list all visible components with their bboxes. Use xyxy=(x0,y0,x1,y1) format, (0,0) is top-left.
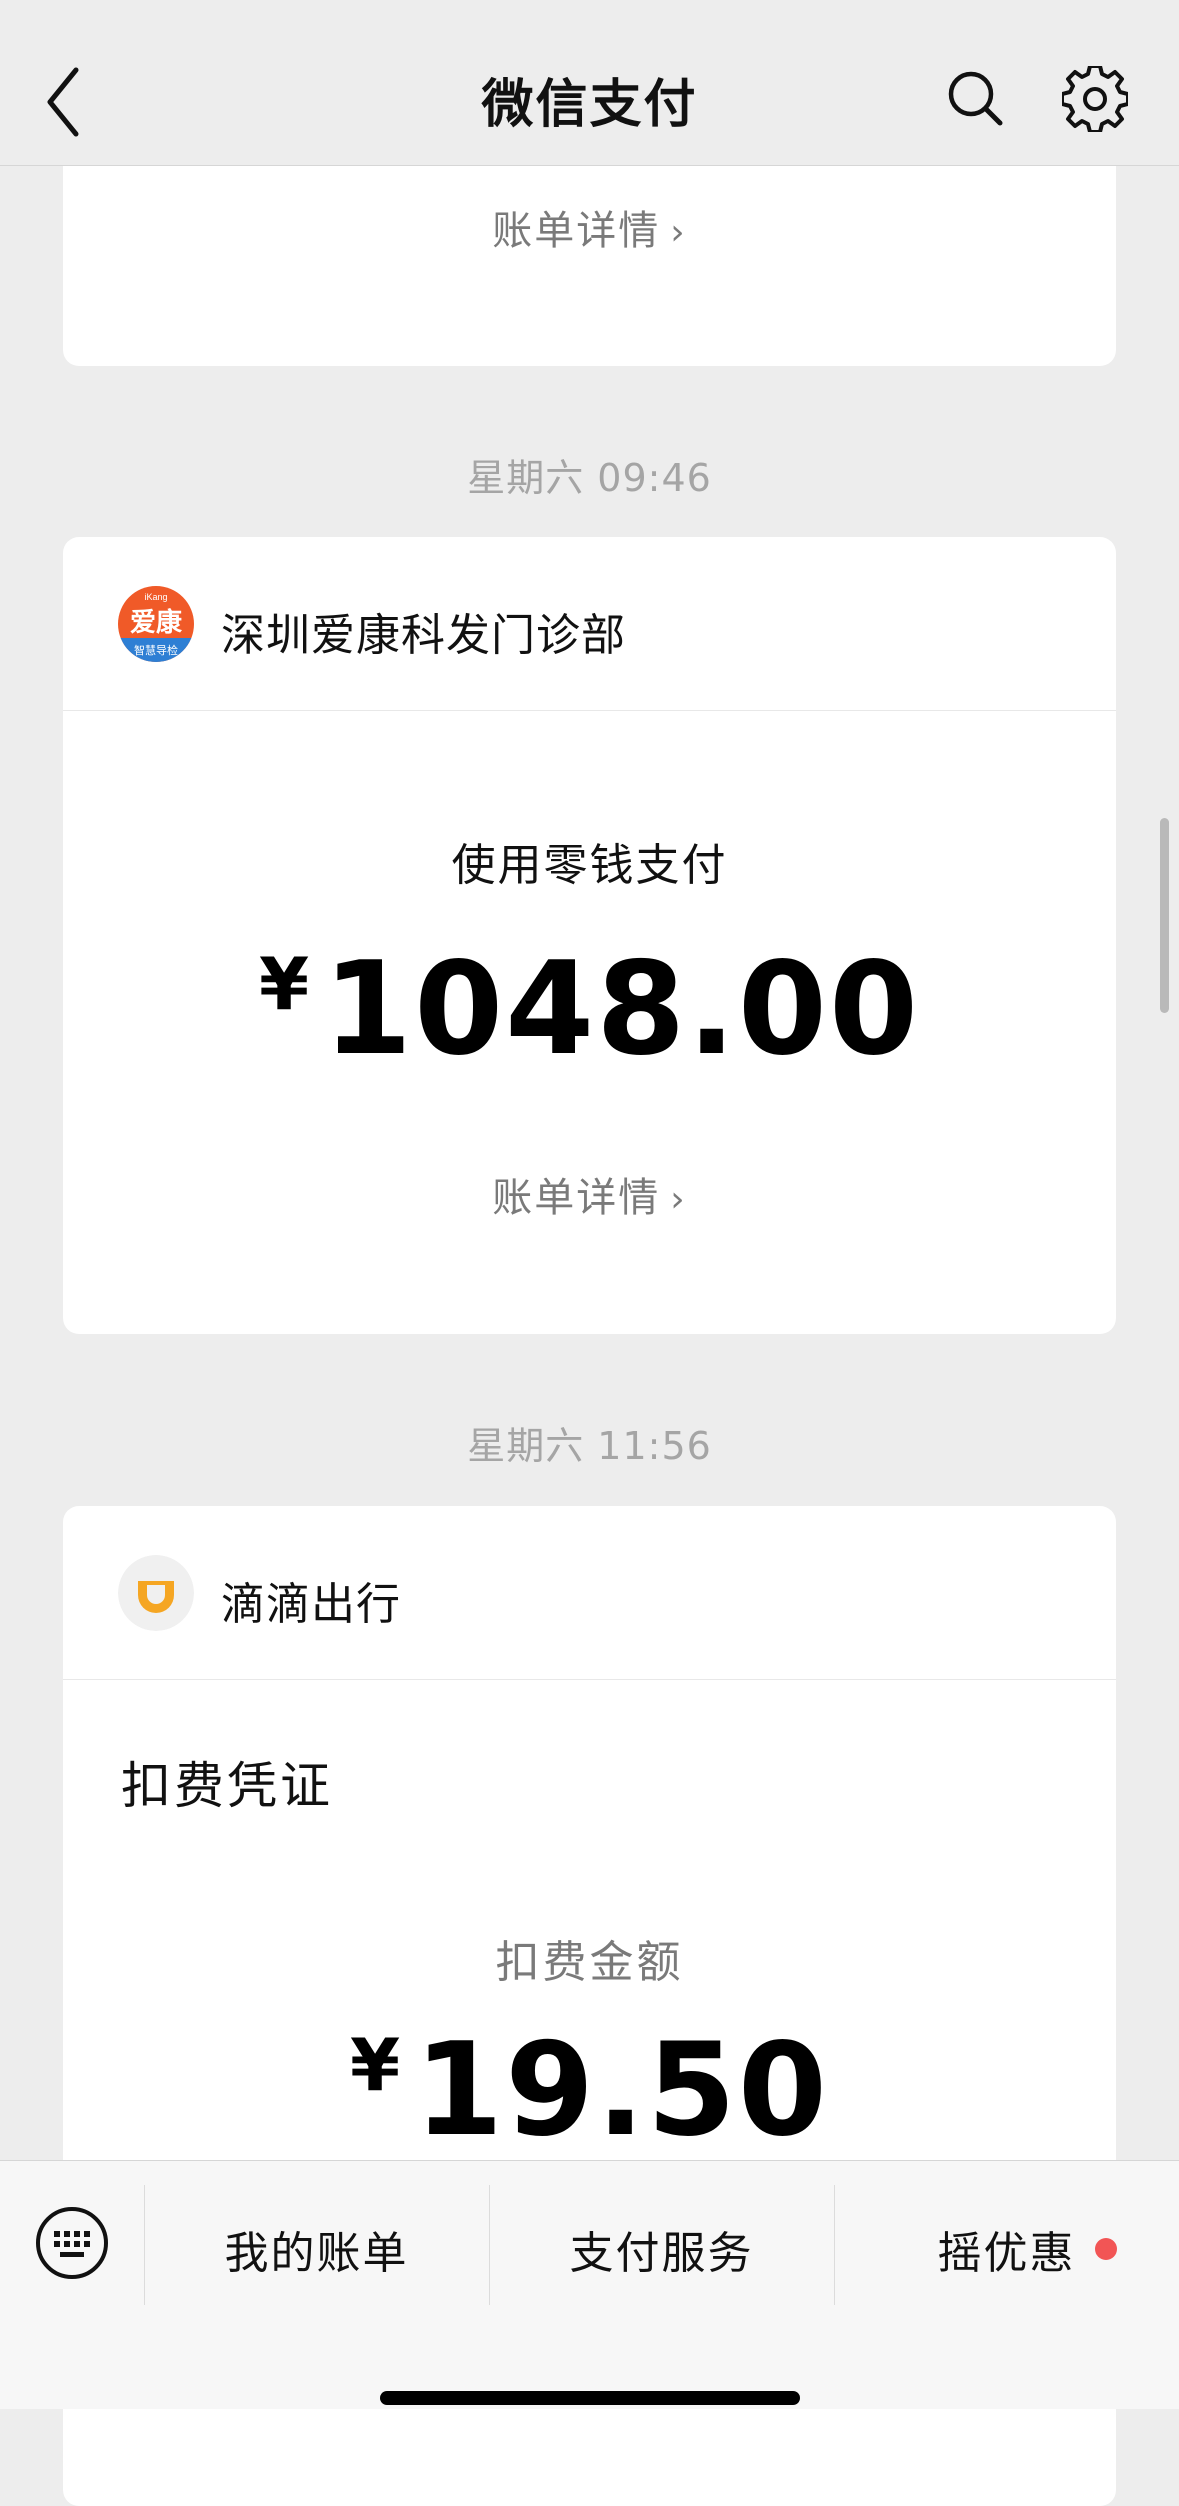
payment-amount: ¥1048.00 xyxy=(258,935,921,1084)
scrollbar[interactable] xyxy=(1160,818,1169,1013)
merchant-name: 滴滴出行 xyxy=(221,1579,401,1630)
timestamp: 星期六 11:56 xyxy=(467,1424,712,1468)
bill-detail-link[interactable]: 账单详情 › xyxy=(63,198,1116,256)
ikang-logo-icon: iKang 爱康 智慧导检 xyxy=(118,586,194,662)
timestamp: 星期六 09:46 xyxy=(467,456,712,500)
deduct-amount: ¥19.50 xyxy=(350,2016,829,2165)
gear-icon[interactable] xyxy=(1062,66,1128,132)
notification-dot xyxy=(1095,2238,1117,2260)
didi-logo-icon xyxy=(118,1555,194,1631)
keyboard-icon[interactable] xyxy=(34,2205,110,2281)
tab-payment-services[interactable]: 支付服务 xyxy=(490,2217,833,2281)
bill-detail-link[interactable]: 账单详情 › xyxy=(63,1165,1116,1223)
svg-text:iKang: iKang xyxy=(144,592,167,602)
home-indicator[interactable] xyxy=(380,2391,800,2405)
deduct-amount-label: 扣费金额 xyxy=(495,1937,684,1988)
search-icon[interactable] xyxy=(945,68,1005,128)
svg-text:智慧导检: 智慧导检 xyxy=(134,643,178,657)
nav-header: 微信支付 xyxy=(0,0,1179,166)
tab-my-bills[interactable]: 我的账单 xyxy=(145,2217,488,2281)
payment-method: 使用零钱支付 xyxy=(451,840,728,891)
bottom-menu-bar: 我的账单 支付服务 摇优惠 xyxy=(0,2160,1179,2409)
svg-text:爱康: 爱康 xyxy=(130,607,183,638)
merchant-row[interactable]: 滴滴出行 xyxy=(63,1506,1116,1680)
voucher-title: 扣费凭证 xyxy=(121,1757,333,1815)
transaction-card[interactable]: iKang 爱康 智慧导检 深圳爱康科发门诊部 使用零钱支付 ¥1048.00 … xyxy=(63,537,1116,1334)
merchant-row[interactable]: iKang 爱康 智慧导检 深圳爱康科发门诊部 xyxy=(63,537,1116,711)
merchant-name: 深圳爱康科发门诊部 xyxy=(221,610,626,661)
chevron-right-icon: › xyxy=(670,212,687,253)
tab-shake-offers[interactable]: 摇优惠 xyxy=(835,2217,1178,2281)
chevron-right-icon: › xyxy=(670,1179,687,1220)
